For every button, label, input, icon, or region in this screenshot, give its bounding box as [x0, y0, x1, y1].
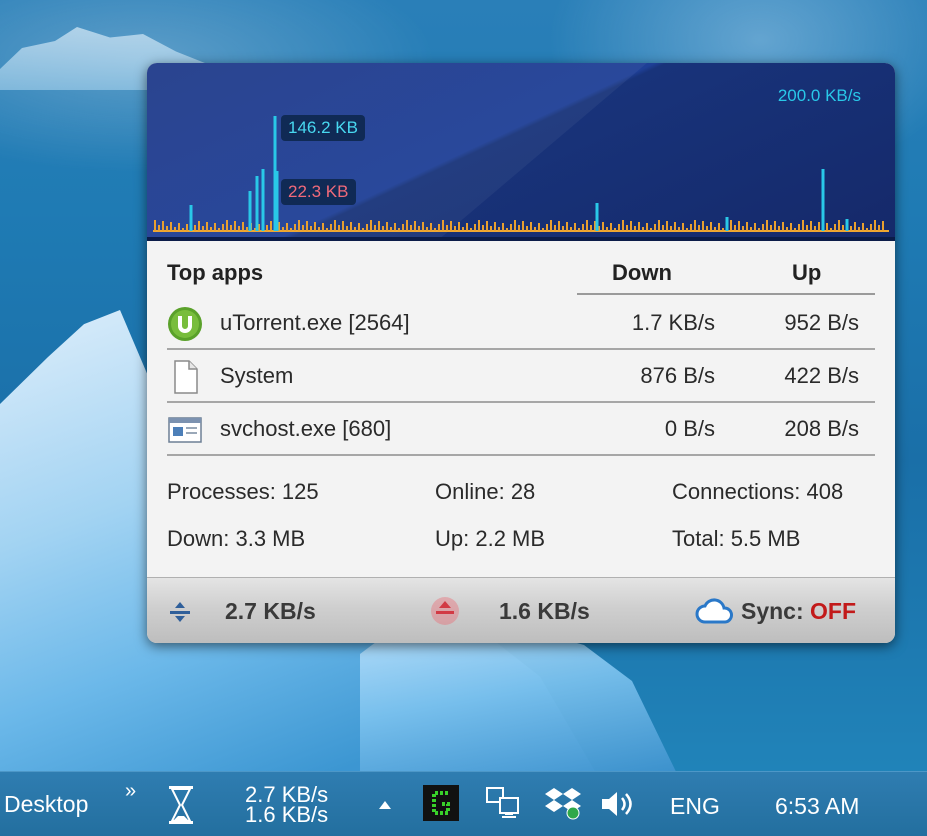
app-name: svchost.exe [680]: [220, 416, 392, 441]
online-count: Online: 28: [435, 479, 536, 504]
app-row-system[interactable]: System 876 B/s 422 B/s: [167, 349, 875, 401]
utorrent-icon: [167, 306, 203, 342]
desktop-toolbar-label[interactable]: Desktop: [4, 791, 88, 818]
down-total: Down: 3.3 MB: [167, 526, 306, 551]
network-meter-widget: 200.0 KB/s 146.2 KB 22.3 KB Top apps Dow…: [147, 63, 895, 643]
network-tray-icon[interactable]: [486, 786, 522, 825]
clock[interactable]: 6:53 AM: [775, 793, 859, 820]
volume-tray-icon[interactable]: [599, 789, 635, 824]
app-down-speed: 0 B/s: [664, 416, 715, 441]
dropbox-tray-icon[interactable]: [545, 786, 581, 825]
peak-upload-label: 22.3 KB: [281, 179, 356, 205]
download-arrow-icon: [165, 598, 195, 631]
graph-highlight: [147, 63, 647, 241]
connections-count: Connections: 408: [672, 479, 844, 504]
total-traffic: Total: 5.5 MB: [672, 526, 801, 551]
language-indicator[interactable]: ENG: [670, 793, 720, 820]
app-row-svchost[interactable]: svchost.exe [680] 0 B/s 208 B/s: [167, 402, 875, 454]
up-column-header: Up: [792, 260, 822, 285]
graph-scale-label: 200.0 KB/s: [777, 86, 861, 105]
speed-bar: 2.7 KB/s 1.6 KB/s Sync: OFF: [147, 577, 895, 643]
processes-count: Processes: 125: [167, 479, 319, 504]
app-down-speed: 876 B/s: [640, 363, 715, 388]
down-column-header: Down: [612, 260, 672, 285]
networx-tray-icon[interactable]: [423, 785, 459, 826]
app-up-speed: 208 B/s: [784, 416, 859, 441]
app-name: uTorrent.exe [2564]: [220, 310, 410, 335]
cloud-icon[interactable]: [695, 598, 735, 631]
file-icon: [167, 359, 203, 395]
peak-download-label: 146.2 KB: [281, 115, 365, 141]
show-hidden-icons-arrow-icon[interactable]: [378, 797, 392, 815]
up-total: Up: 2.2 MB: [435, 526, 546, 551]
app-down-speed: 1.7 KB/s: [631, 310, 715, 335]
window-icon: [167, 412, 203, 448]
app-row-utorrent[interactable]: uTorrent.exe [2564] 1.7 KB/s 952 B/s: [167, 296, 875, 348]
sync-toggle[interactable]: Sync: OFF: [741, 598, 856, 625]
traffic-graph: 200.0 KB/s 146.2 KB 22.3 KB: [147, 63, 895, 241]
taskbar: Desktop » 2.7 KB/s 1.6 KB/s ENG 6:53 AM: [0, 771, 927, 836]
sync-state: OFF: [810, 598, 857, 624]
upload-speed: 1.6 KB/s: [499, 598, 590, 624]
hourglass-icon[interactable]: [166, 784, 196, 831]
app-up-speed: 422 B/s: [784, 363, 859, 388]
upload-arrow-icon: [429, 596, 461, 631]
header-divider: [577, 293, 875, 295]
top-apps-panel: Top apps Down Up uTorrent.exe [2564] 1.7…: [147, 241, 895, 577]
row-divider: [167, 454, 875, 456]
taskbar-upload-speed: 1.6 KB/s: [245, 802, 329, 827]
app-name: System: [220, 363, 294, 388]
toolbar-expand-chevron[interactable]: »: [125, 780, 136, 803]
top-apps-header: Top apps: [167, 260, 264, 285]
app-up-speed: 952 B/s: [784, 310, 859, 335]
sync-label: Sync:: [741, 598, 804, 624]
download-speed: 2.7 KB/s: [225, 598, 316, 624]
